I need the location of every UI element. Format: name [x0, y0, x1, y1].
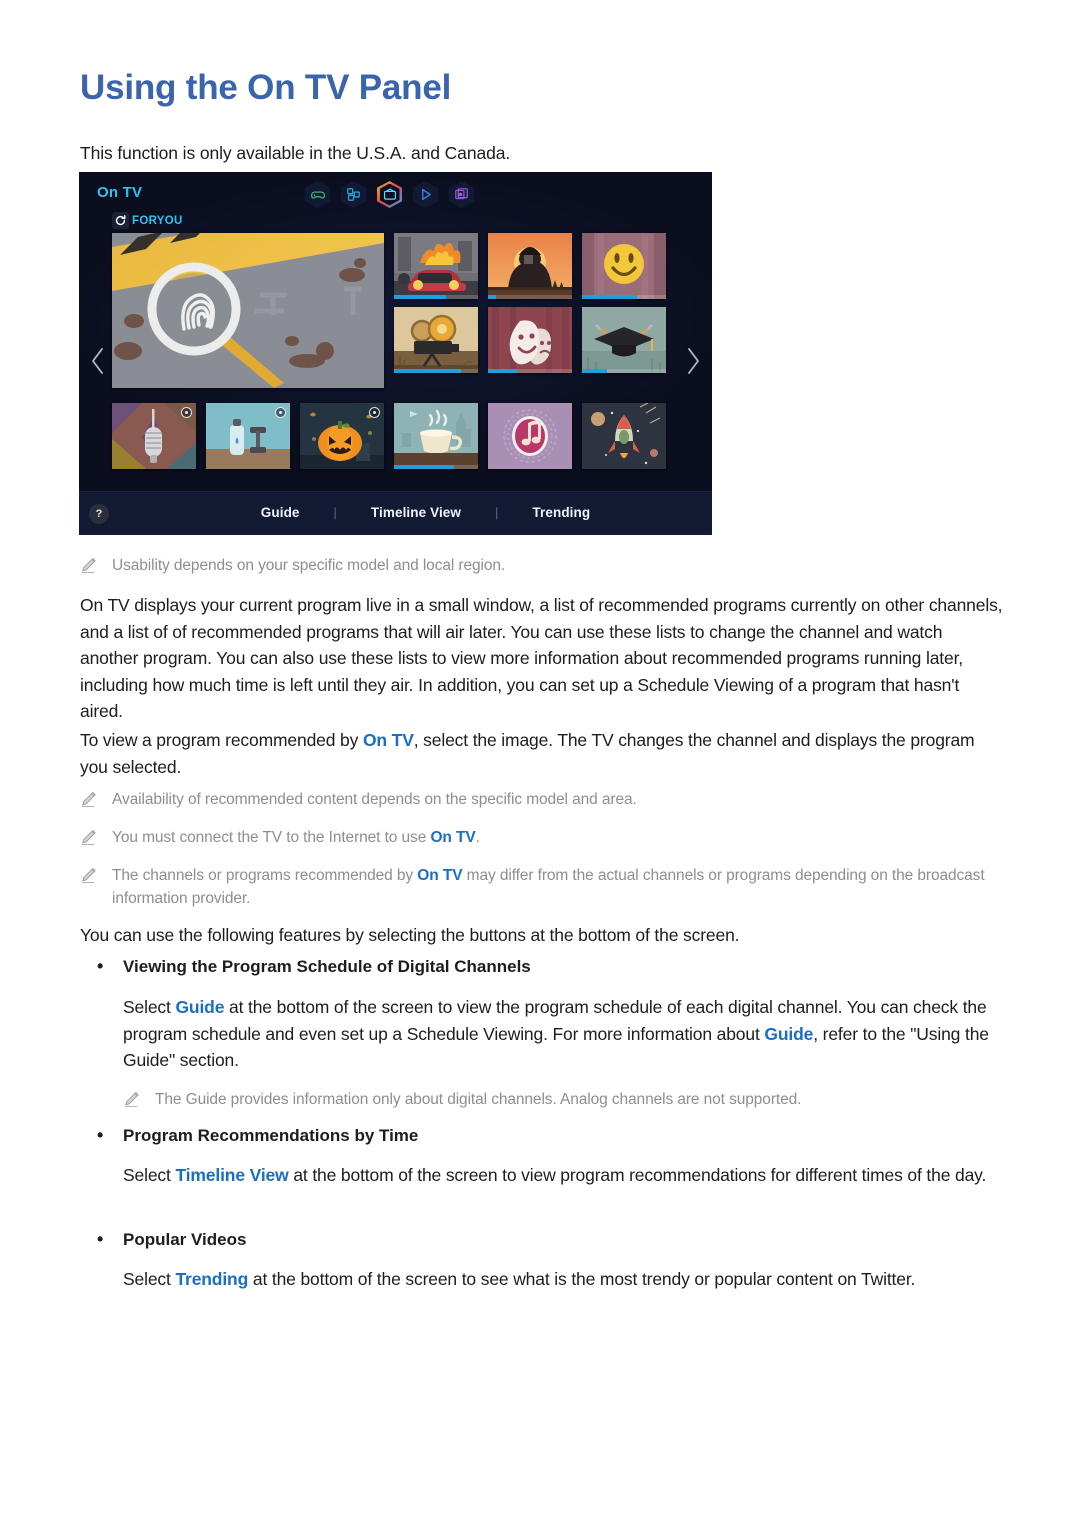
note-text: Availability of recommended content depe…	[112, 791, 637, 808]
note-text: The channels or programs recommended by …	[112, 864, 1010, 911]
panel-footer: ? Guide | Timeline View | Trending	[79, 491, 712, 535]
on-tv-panel-screenshot: On TV FORYOU ? Guide | Timeline View | T…	[79, 172, 712, 535]
paragraph-features-intro: You can use the following features by se…	[80, 925, 740, 945]
footer-guide-button[interactable]: Guide	[227, 505, 334, 520]
fitness-bottle-thumbnail[interactable]	[206, 403, 290, 469]
progress-bar	[582, 369, 666, 373]
manual-page: Using the On TV Panel This function is o…	[0, 0, 1080, 1527]
section-text-by-time: Select Timeline View at the bottom of th…	[123, 1162, 1005, 1189]
burning-car-thumbnail[interactable]	[394, 233, 478, 299]
progress-bar	[488, 295, 572, 299]
section-text-digital-channels: Select Guide at the bottom of the screen…	[123, 994, 1005, 1074]
theatre-masks-thumbnail[interactable]	[488, 307, 572, 373]
section-text-popular-videos: Select Trending at the bottom of the scr…	[123, 1266, 1005, 1293]
trending-link[interactable]: Trending	[175, 1269, 248, 1289]
scarecrow-thumbnail[interactable]	[488, 233, 572, 299]
section-post: at the bottom of the screen to see what …	[248, 1269, 916, 1289]
on-tv-link[interactable]: On TV	[363, 730, 414, 750]
guide-link[interactable]: Guide	[764, 1024, 813, 1044]
graduation-cap-thumbnail[interactable]	[582, 307, 666, 373]
progress-bar	[488, 369, 572, 373]
section-post: at the bottom of the screen to view prog…	[288, 1165, 987, 1185]
lock-badge-icon	[369, 407, 380, 418]
footer-trending-button[interactable]: Trending	[498, 505, 624, 520]
pencil-icon	[80, 829, 98, 851]
progress-bar	[394, 369, 478, 373]
crime-scene-magnifier-thumbnail[interactable]	[112, 233, 384, 388]
note-pre: The channels or programs recommended by	[112, 867, 418, 884]
pencil-icon	[80, 557, 98, 579]
pencil-icon	[80, 867, 98, 889]
footer-menu: Guide | Timeline View | Trending	[79, 505, 712, 520]
tv-icon[interactable]	[377, 181, 402, 208]
apps-icon[interactable]	[341, 181, 366, 208]
coffee-cup-thumbnail[interactable]	[394, 403, 478, 469]
progress-bar	[394, 295, 478, 299]
timeline-view-link[interactable]: Timeline View	[175, 1165, 288, 1185]
on-tv-link[interactable]: On TV	[417, 867, 462, 884]
refresh-icon[interactable]	[112, 212, 129, 229]
page-title: Using the On TV Panel	[80, 68, 452, 107]
section-pre: Select	[123, 1269, 176, 1289]
section-heading-popular-videos: Popular Videos	[95, 1229, 995, 1250]
note-usability: Usability depends on your specific model…	[80, 554, 1010, 579]
games-icon[interactable]	[305, 181, 330, 208]
guide-link[interactable]: Guide	[175, 997, 224, 1017]
smiley-balloon-thumbnail[interactable]	[582, 233, 666, 299]
note-text: The Guide provides information only abou…	[155, 1091, 802, 1108]
paragraph-select-image: To view a program recommended by On TV, …	[80, 727, 1005, 780]
play-icon[interactable]	[413, 181, 438, 208]
pencil-icon	[80, 791, 98, 813]
paragraph-pre: To view a program recommended by	[80, 730, 363, 750]
lock-badge-icon	[275, 407, 286, 418]
panel-icon-row	[305, 181, 474, 208]
lock-badge-icon	[181, 407, 192, 418]
film-projector-thumbnail[interactable]	[394, 307, 478, 373]
note-post: .	[475, 829, 480, 846]
note-text: Usability depends on your specific model…	[112, 557, 506, 574]
note-pre: You must connect the TV to the Internet …	[112, 829, 431, 846]
progress-bar	[394, 465, 478, 469]
note-differ: The channels or programs recommended by …	[80, 864, 1010, 911]
microphone-thumbnail[interactable]	[112, 403, 196, 469]
rocket-thumbnail[interactable]	[582, 403, 666, 469]
chevron-left-icon[interactable]	[87, 344, 109, 378]
halloween-pumpkin-thumbnail[interactable]	[300, 403, 384, 469]
panel-brand-label: On TV	[97, 184, 143, 201]
section-pre: Select	[123, 1165, 176, 1185]
multiview-icon[interactable]	[449, 181, 474, 208]
paragraph-overview: On TV displays your current program live…	[80, 595, 1003, 722]
footer-timeline-view-button[interactable]: Timeline View	[337, 505, 495, 520]
music-note-thumbnail[interactable]	[488, 403, 572, 469]
for-you-row-label: FORYOU	[112, 212, 183, 229]
section-pre: Select	[123, 997, 176, 1017]
progress-bar	[582, 295, 666, 299]
note-guide-digital: The Guide provides information only abou…	[123, 1088, 1008, 1113]
panel-header: On TV	[79, 172, 712, 212]
section-heading-by-time: Program Recommendations by Time	[95, 1125, 995, 1146]
for-you-label: FORYOU	[132, 214, 183, 227]
note-internet: You must connect the TV to the Internet …	[80, 826, 1010, 851]
note-text: You must connect the TV to the Internet …	[112, 826, 480, 849]
pencil-icon	[123, 1091, 141, 1113]
section-heading-digital-channels: Viewing the Program Schedule of Digital …	[95, 956, 995, 977]
on-tv-link[interactable]: On TV	[430, 829, 475, 846]
note-availability: Availability of recommended content depe…	[80, 788, 1010, 813]
intro-text: This function is only available in the U…	[80, 143, 511, 163]
chevron-right-icon[interactable]	[682, 344, 704, 378]
